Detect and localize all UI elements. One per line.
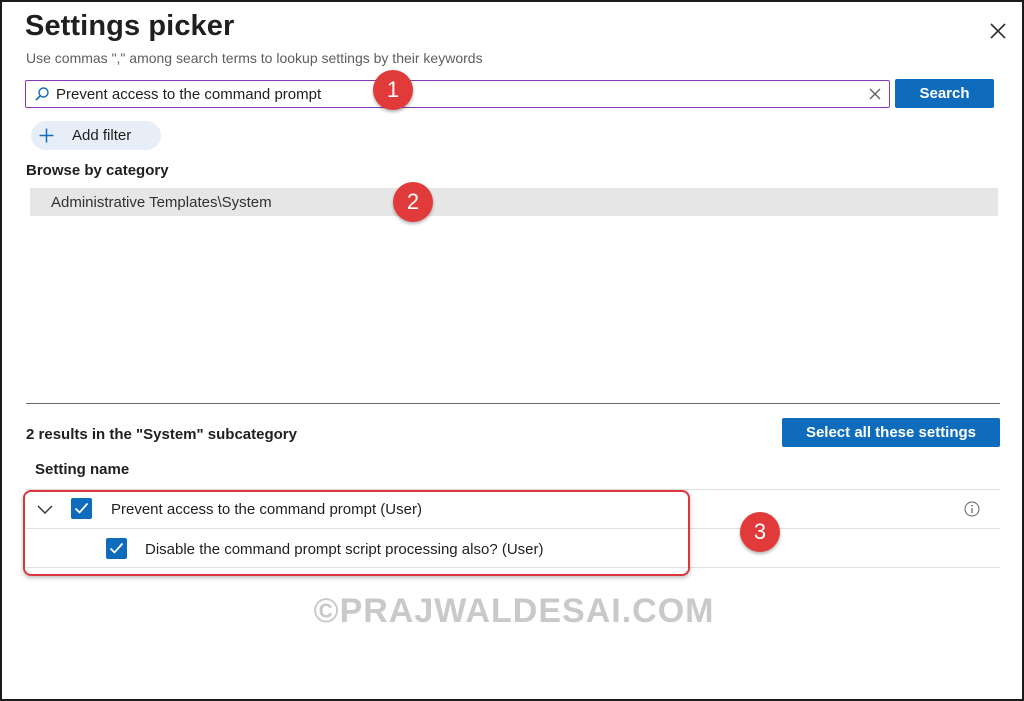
search-input[interactable] (56, 83, 856, 105)
section-divider (26, 403, 1000, 404)
select-all-settings-button[interactable]: Select all these settings (782, 418, 1000, 447)
dialog-title: Settings picker (25, 10, 235, 42)
column-header-setting-name: Setting name (35, 461, 130, 478)
add-filter-label: Add filter (72, 127, 132, 144)
search-button[interactable]: Search (895, 79, 994, 108)
close-icon[interactable] (986, 19, 1010, 43)
plus-icon (39, 128, 54, 143)
info-icon[interactable] (964, 501, 980, 517)
results-heading: 2 results in the "System" subcategory (26, 426, 297, 443)
clear-icon[interactable] (868, 87, 882, 101)
annotation-marker-3: 3 (740, 512, 780, 552)
browse-by-category-heading: Browse by category (26, 162, 169, 179)
category-item[interactable]: Administrative Templates\System (30, 188, 998, 216)
annotation-highlight-box (23, 490, 690, 576)
search-box (25, 80, 890, 108)
dialog-subtitle: Use commas "," among search terms to loo… (26, 50, 483, 66)
add-filter-button[interactable]: Add filter (31, 121, 161, 150)
watermark: ©PRAJWALDESAI.COM (313, 592, 715, 630)
annotation-marker-2: 2 (393, 182, 433, 222)
settings-picker-dialog: Settings picker Use commas "," among sea… (0, 0, 1024, 701)
annotation-marker-1: 1 (373, 70, 413, 110)
search-icon (34, 86, 50, 102)
category-label: Administrative Templates\System (51, 194, 272, 211)
